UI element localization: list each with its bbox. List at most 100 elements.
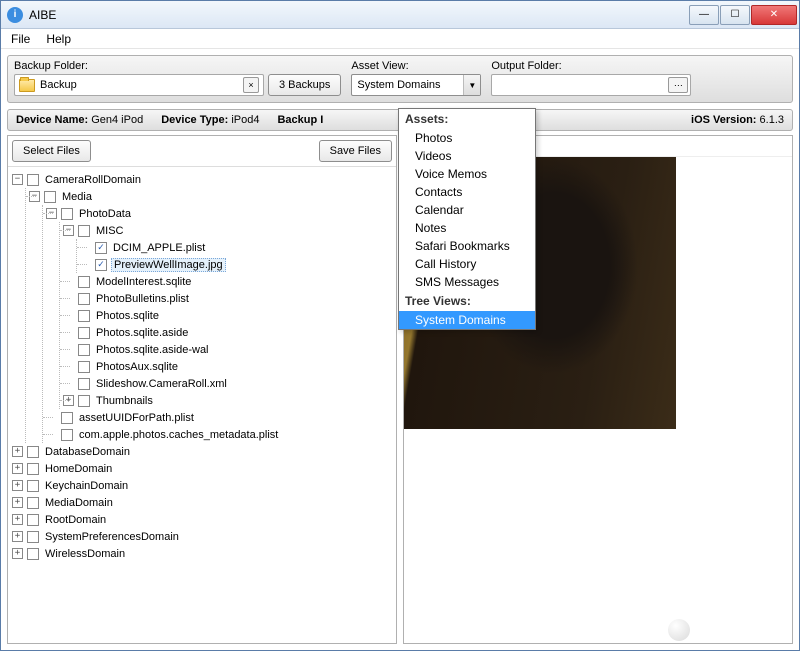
titlebar: i AIBE — ☐ ✕ [1, 1, 799, 29]
tree-toggle [80, 259, 91, 270]
tree-checkbox[interactable] [61, 429, 73, 441]
tree-toggle[interactable]: + [12, 531, 23, 542]
tree-item-label[interactable]: DatabaseDomain [43, 446, 132, 458]
chevron-down-icon[interactable]: ▼ [463, 75, 480, 95]
dropdown-item[interactable]: Safari Bookmarks [399, 237, 535, 255]
select-files-button[interactable]: Select Files [12, 140, 91, 162]
browse-output-button[interactable]: ⋯ [668, 77, 688, 93]
tree-checkbox[interactable] [27, 463, 39, 475]
tree-item-label[interactable]: DCIM_APPLE.plist [111, 242, 207, 254]
tree-item-label[interactable]: ModelInterest.sqlite [94, 276, 193, 288]
device-name-value: Gen4 iPod [91, 114, 143, 126]
maximize-button[interactable]: ☐ [720, 5, 750, 25]
dropdown-item[interactable]: Voice Memos [399, 165, 535, 183]
tree-checkbox[interactable] [78, 310, 90, 322]
tree-checkbox[interactable] [27, 548, 39, 560]
tree-toggle[interactable]: + [63, 395, 74, 406]
tree-item-label[interactable]: SystemPreferencesDomain [43, 531, 181, 543]
tree-item-label[interactable]: Photos.sqlite.aside-wal [94, 344, 211, 356]
tree-item-label[interactable]: Photos.sqlite [94, 310, 161, 322]
tree-item-label[interactable]: WirelessDomain [43, 548, 127, 560]
device-type-label: Device Type: [161, 114, 228, 126]
dropdown-item[interactable]: Videos [399, 147, 535, 165]
dropdown-item[interactable]: Notes [399, 219, 535, 237]
tree-toggle[interactable]: − [29, 191, 40, 202]
app-icon: i [7, 7, 23, 23]
tree-toggle [63, 293, 74, 304]
tree-toggle [63, 378, 74, 389]
tree-toggle[interactable]: + [12, 463, 23, 474]
menu-help[interactable]: Help [38, 30, 79, 48]
file-tree[interactable]: −CameraRollDomain−Media−PhotoData−MISC✓D… [8, 167, 396, 643]
backups-button[interactable]: 3 Backups [268, 74, 341, 96]
menu-file[interactable]: File [3, 30, 38, 48]
save-files-button[interactable]: Save Files [319, 140, 392, 162]
tree-checkbox[interactable]: ✓ [95, 242, 107, 254]
tree-item-label[interactable]: RootDomain [43, 514, 108, 526]
tree-item-label[interactable]: Slideshow.CameraRoll.xml [94, 378, 229, 390]
tree-checkbox[interactable] [78, 378, 90, 390]
tree-toggle[interactable]: + [12, 548, 23, 559]
tree-toggle[interactable]: + [12, 514, 23, 525]
tree-checkbox[interactable] [27, 174, 39, 186]
tree-toggle[interactable]: + [12, 497, 23, 508]
tree-checkbox[interactable] [78, 293, 90, 305]
tree-checkbox[interactable]: ✓ [95, 259, 107, 271]
tree-toggle[interactable]: − [12, 174, 23, 185]
tree-checkbox[interactable] [27, 514, 39, 526]
tree-checkbox[interactable] [27, 531, 39, 543]
backup-date-label: Backup I [277, 114, 323, 126]
tree-toggle[interactable]: − [63, 225, 74, 236]
tree-checkbox[interactable] [78, 361, 90, 373]
tree-item-label[interactable]: PreviewWellImage.jpg [111, 258, 226, 272]
tree-item-label[interactable]: MISC [94, 225, 126, 237]
tree-checkbox[interactable] [61, 412, 73, 424]
tree-item-label[interactable]: PhotoData [77, 208, 133, 220]
tree-checkbox[interactable] [27, 446, 39, 458]
asset-view-combo[interactable]: System Domains ▼ [351, 74, 481, 96]
tree-toggle [63, 344, 74, 355]
tree-item-label[interactable]: PhotoBulletins.plist [94, 293, 191, 305]
tree-item-label[interactable]: CameraRollDomain [43, 174, 143, 186]
tree-checkbox[interactable] [78, 276, 90, 288]
tree-toggle [46, 412, 57, 423]
tree-toggle [63, 361, 74, 372]
dropdown-item[interactable]: Contacts [399, 183, 535, 201]
tree-item-label[interactable]: HomeDomain [43, 463, 114, 475]
backup-folder-label: Backup Folder: [14, 60, 341, 72]
close-button[interactable]: ✕ [751, 5, 797, 25]
backup-folder-input[interactable]: Backup × [14, 74, 264, 96]
folder-icon [19, 79, 35, 92]
dropdown-item[interactable]: Calendar [399, 201, 535, 219]
asset-view-value: System Domains [352, 79, 463, 91]
tree-item-label[interactable]: Media [60, 191, 94, 203]
tree-item-label[interactable]: assetUUIDForPath.plist [77, 412, 196, 424]
tree-checkbox[interactable] [61, 208, 73, 220]
tree-toggle[interactable]: − [46, 208, 57, 219]
tree-toggle[interactable]: + [12, 480, 23, 491]
tree-item-label[interactable]: MediaDomain [43, 497, 115, 509]
tree-toggle[interactable]: + [12, 446, 23, 457]
dropdown-item[interactable]: SMS Messages [399, 273, 535, 291]
tree-checkbox[interactable] [78, 344, 90, 356]
dropdown-item[interactable]: Photos [399, 129, 535, 147]
tree-checkbox[interactable] [44, 191, 56, 203]
tree-toggle [63, 327, 74, 338]
device-type-value: iPod4 [231, 114, 259, 126]
tree-item-label[interactable]: Thumbnails [94, 395, 155, 407]
tree-item-label[interactable]: com.apple.photos.caches_metadata.plist [77, 429, 280, 441]
tree-item-label[interactable]: PhotosAux.sqlite [94, 361, 180, 373]
tree-item-label[interactable]: KeychainDomain [43, 480, 130, 492]
dropdown-item[interactable]: Call History [399, 255, 535, 273]
tree-checkbox[interactable] [78, 395, 90, 407]
menubar: File Help [1, 29, 799, 49]
tree-checkbox[interactable] [78, 225, 90, 237]
clear-backup-button[interactable]: × [243, 77, 259, 93]
minimize-button[interactable]: — [689, 5, 719, 25]
dropdown-item[interactable]: System Domains [399, 311, 535, 329]
tree-checkbox[interactable] [27, 480, 39, 492]
output-folder-input[interactable]: ⋯ [491, 74, 691, 96]
tree-checkbox[interactable] [78, 327, 90, 339]
tree-item-label[interactable]: Photos.sqlite.aside [94, 327, 190, 339]
tree-checkbox[interactable] [27, 497, 39, 509]
